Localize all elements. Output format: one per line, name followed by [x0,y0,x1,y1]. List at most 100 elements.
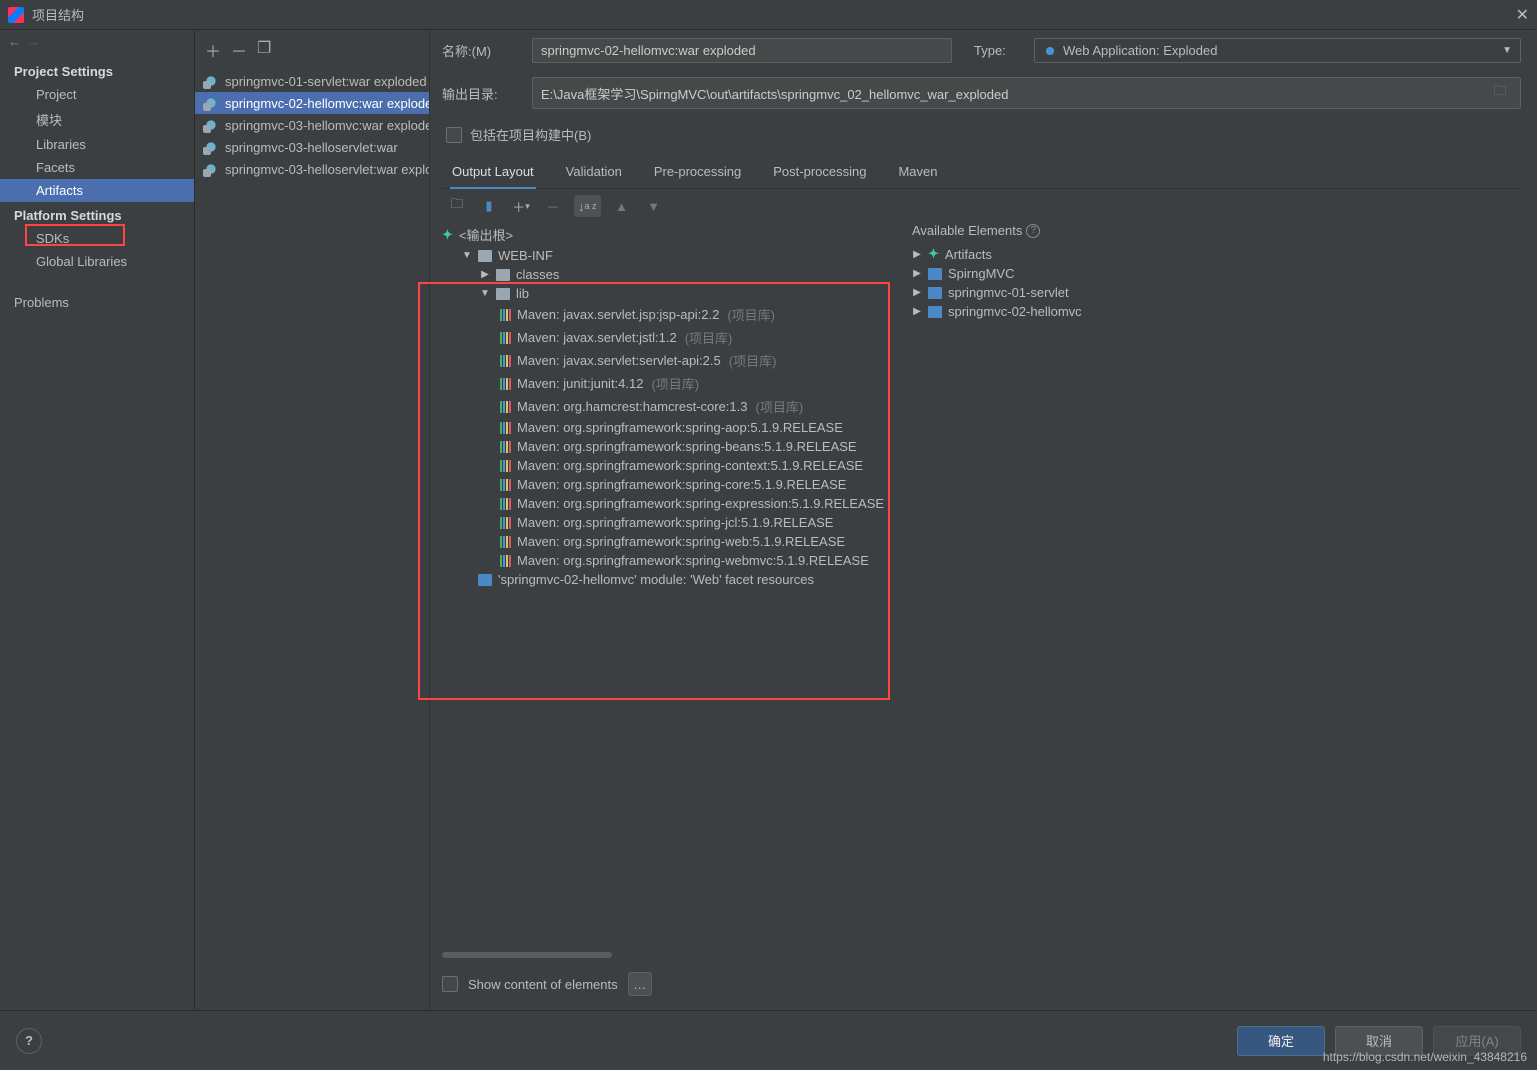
library-icon [500,536,511,548]
tab-validation[interactable]: Validation [564,158,624,188]
tree-folder-lib[interactable]: lib [442,284,902,303]
folder-icon [496,269,510,281]
show-content-label: Show content of elements [468,977,618,992]
include-in-build-label: 包括在项目构建中(B) [470,125,591,144]
back-icon[interactable]: ← [8,34,21,49]
tab-postprocessing[interactable]: Post-processing [771,158,868,188]
artifact-icon [203,95,219,111]
library-icon [500,441,511,453]
module-icon [928,306,942,318]
section-header-platform: Platform Settings [0,202,194,227]
title-bar: 项目结构 ✕ [0,0,1537,30]
help-button[interactable]: ? [16,1028,42,1054]
add-copy-icon[interactable]: ＋▾ [510,195,532,217]
move-down-icon[interactable]: ▼ [643,195,665,217]
tree-library-item[interactable]: Maven: org.springframework:spring-beans:… [442,437,902,456]
sidebar-item-project[interactable]: Project [0,83,194,106]
artifact-icon [203,139,219,155]
artifact-list-item[interactable]: springmvc-03-helloservlet:war exploded [195,158,429,180]
chevron-right-icon[interactable] [478,269,492,280]
tree-library-item[interactable]: Maven: javax.servlet.jsp:jsp-api:2.2(项目库… [442,303,902,326]
move-up-icon[interactable]: ▲ [611,195,633,217]
sidebar-item-artifacts[interactable]: Artifacts [0,179,194,202]
type-select[interactable]: Web Application: Exploded ▼ [1034,38,1521,63]
tree-library-item[interactable]: Maven: org.springframework:spring-aop:5.… [442,418,902,437]
library-icon [500,332,511,344]
library-icon [500,378,511,390]
sidebar-item-problems[interactable]: Problems [0,291,194,314]
tree-library-item[interactable]: Maven: javax.servlet:jstl:1.2(项目库) [442,326,902,349]
ok-button[interactable]: 确定 [1237,1026,1325,1056]
artifact-detail-panel: 名称:(M) Type: Web Application: Exploded ▼… [430,30,1537,1010]
sort-icon[interactable]: ↓a z [574,195,601,217]
facet-icon [478,574,492,586]
tree-library-item[interactable]: Maven: org.springframework:spring-contex… [442,456,902,475]
artifact-list-item[interactable]: springmvc-02-hellomvc:war exploded [195,92,429,114]
help-icon[interactable]: ? [1026,224,1040,238]
artifact-list-item[interactable]: springmvc-03-helloservlet:war [195,136,429,158]
show-content-checkbox[interactable] [442,976,458,992]
name-label: 名称:(M) [442,41,522,60]
tree-library-item[interactable]: Maven: org.springframework:spring-expres… [442,494,902,513]
tree-library-item[interactable]: Maven: org.springframework:spring-core:5… [442,475,902,494]
output-dir-label: 输出目录: [442,84,522,103]
tree-facet-row[interactable]: 'springmvc-02-hellomvc' module: 'Web' fa… [442,570,902,589]
forward-icon[interactable]: → [27,34,40,49]
chevron-right-icon[interactable] [910,268,924,279]
web-app-icon [1043,44,1057,58]
available-element-item[interactable]: ✦Artifacts [910,244,1521,264]
close-icon[interactable]: ✕ [1516,5,1529,25]
remove-item-icon[interactable]: － [542,195,564,217]
new-folder-icon[interactable]: 🗀 [446,195,468,217]
chevron-down-icon[interactable] [460,250,474,261]
sidebar-item-global-libraries[interactable]: Global Libraries [0,250,194,273]
output-root-row[interactable]: ✦ <输出根> [442,223,902,246]
copy-icon[interactable]: ❐ [257,38,271,62]
new-archive-icon[interactable]: ▮ [478,195,500,217]
sidebar-item-libraries[interactable]: Libraries [0,133,194,156]
tab-maven[interactable]: Maven [896,158,939,188]
artifact-name-input[interactable] [532,38,952,63]
horizontal-scrollbar[interactable] [442,950,902,960]
module-icon [928,287,942,299]
browse-folder-icon[interactable]: 🗀 [1488,82,1512,104]
include-in-build-checkbox[interactable] [446,127,462,143]
chevron-right-icon[interactable] [910,249,924,260]
sidebar-item-modules[interactable]: 模块 [0,106,194,133]
tree-library-item[interactable]: Maven: org.springframework:spring-web:5.… [442,532,902,551]
library-icon [500,355,511,367]
ellipsis-button[interactable]: … [628,972,652,996]
sidebar-item-sdks[interactable]: SDKs [0,227,194,250]
artifact-icon: ✦ [928,246,939,262]
tab-output-layout[interactable]: Output Layout [450,158,536,189]
tree-library-item[interactable]: Maven: org.hamcrest:hamcrest-core:1.3(项目… [442,395,902,418]
available-elements-header: Available Elements ? [910,219,1521,244]
folder-icon [496,288,510,300]
tree-library-item[interactable]: Maven: org.springframework:spring-jcl:5.… [442,513,902,532]
tree-folder-classes[interactable]: classes [442,265,902,284]
add-icon[interactable]: ＋ [205,38,221,62]
watermark: https://blog.csdn.net/weixin_43848216 [1323,1050,1527,1064]
sidebar-item-facets[interactable]: Facets [0,156,194,179]
module-icon [928,268,942,280]
chevron-right-icon[interactable] [910,306,924,317]
artifact-icon [203,73,219,89]
tab-preprocessing[interactable]: Pre-processing [652,158,743,188]
tree-library-item[interactable]: Maven: junit:junit:4.12(项目库) [442,372,902,395]
remove-icon[interactable]: － [231,38,247,62]
dialog-button-bar: ? 确定 取消 应用(A) [0,1010,1537,1070]
type-label: Type: [974,43,1024,58]
available-element-item[interactable]: springmvc-02-hellomvc [910,302,1521,321]
tree-folder-webinf[interactable]: WEB-INF [442,246,902,265]
library-icon [500,401,511,413]
available-element-item[interactable]: springmvc-01-servlet [910,283,1521,302]
library-icon [500,479,511,491]
chevron-down-icon[interactable] [478,288,492,299]
tree-library-item[interactable]: Maven: org.springframework:spring-webmvc… [442,551,902,570]
available-element-item[interactable]: SpirngMVC [910,264,1521,283]
tree-library-item[interactable]: Maven: javax.servlet:servlet-api:2.5(项目库… [442,349,902,372]
chevron-right-icon[interactable] [910,287,924,298]
artifact-list-item[interactable]: springmvc-03-hellomvc:war exploded [195,114,429,136]
artifact-list-item[interactable]: springmvc-01-servlet:war exploded [195,70,429,92]
output-dir-input[interactable]: E:\Java框架学习\SpirngMVC\out\artifacts\spri… [532,77,1521,109]
